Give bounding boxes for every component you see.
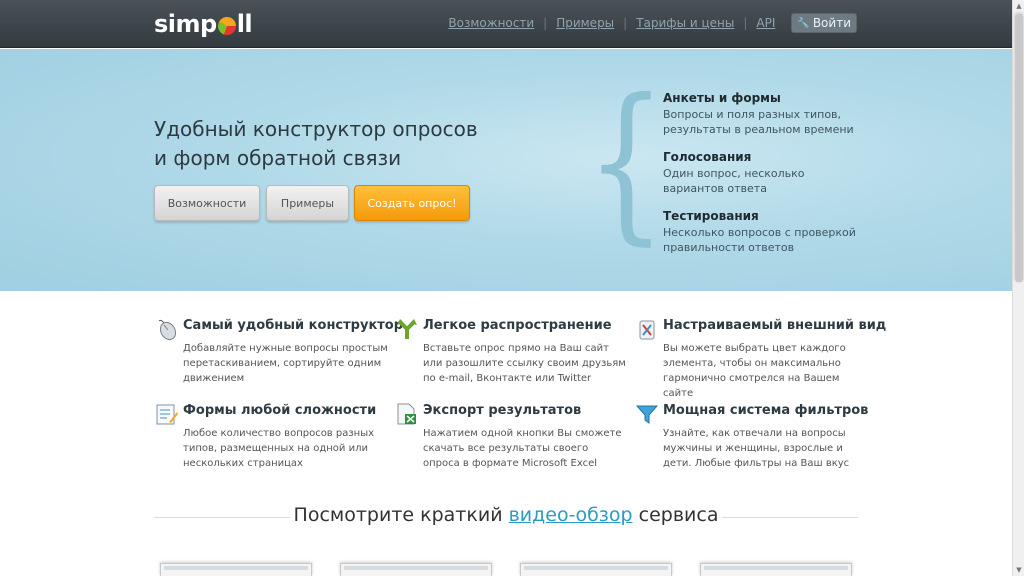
logo-text-start: simp xyxy=(154,10,217,38)
hero-feature-title: Анкеты и формы xyxy=(663,91,781,105)
create-poll-button[interactable]: Создать опрос! xyxy=(354,185,470,221)
share-arrows-icon xyxy=(394,316,420,342)
examples-button[interactable]: Примеры xyxy=(266,185,349,221)
form-edit-icon xyxy=(154,401,180,427)
top-navbar: simp ll Возможности | Примеры | Тарифы и … xyxy=(0,0,1012,48)
hero-feature-text: Несколько вопросов с проверкой правильнос… xyxy=(663,226,856,254)
nav-separator: | xyxy=(543,16,548,30)
feature-text: Добавляйте нужные вопросы простым перета… xyxy=(183,343,388,384)
feature-text: Узнайте, как отвечали на вопросы мужчины… xyxy=(663,428,850,469)
key-icon: 🔧 xyxy=(797,17,810,29)
feature-text: Вы можете выбрать цвет каждого элемента,… xyxy=(663,343,846,399)
nav-separator: | xyxy=(623,16,628,30)
hero-title-line: Удобный конструктор опросов xyxy=(154,117,478,141)
video-thumbnail[interactable] xyxy=(160,563,312,576)
video-review-link[interactable]: видео-обзор xyxy=(509,504,633,526)
hero-feature-forms: Анкеты и формы Вопросы и поля разных тип… xyxy=(663,91,893,137)
feature-text: Вставьте опрос прямо на Ваш сайт или раз… xyxy=(423,343,626,384)
hero-banner: Удобный конструктор опросов и форм обрат… xyxy=(0,49,1012,291)
nav-link-features[interactable]: Возможности xyxy=(448,16,534,30)
logo-text-end: ll xyxy=(236,10,253,38)
feature-title: Самый удобный конструктор xyxy=(183,318,404,333)
nav-link-pricing[interactable]: Тарифы и цены xyxy=(636,16,734,30)
feature-text: Любое количество вопросов разных типов, … xyxy=(183,428,375,469)
main-nav: Возможности | Примеры | Тарифы и цены | … xyxy=(448,13,1012,33)
hero-title: Удобный конструктор опросов и форм обрат… xyxy=(154,115,554,173)
excel-export-icon xyxy=(394,401,420,427)
feature-title: Настраиваемый внешний вид xyxy=(663,318,887,333)
scrollbar-thumb[interactable] xyxy=(1015,14,1023,282)
hero-feature-voting: Голосования Один вопрос, несколько вариан… xyxy=(663,150,893,196)
funnel-icon xyxy=(634,401,660,427)
hero-feature-title: Тестирования xyxy=(663,209,759,223)
video-thumbnail[interactable] xyxy=(340,563,492,576)
curly-brace-decoration: { xyxy=(585,63,667,261)
video-thumbnail[interactable] xyxy=(700,563,852,576)
simpoll-logo[interactable]: simp ll xyxy=(154,8,253,40)
video-section-title: Посмотрите краткий видео-обзор сервиса xyxy=(293,504,719,526)
feature-title: Мощная система фильтров xyxy=(663,403,869,418)
hero-feature-testing: Тестирования Несколько вопросов с провер… xyxy=(663,209,893,255)
logo-pie-icon xyxy=(217,17,236,35)
nav-link-examples[interactable]: Примеры xyxy=(556,16,614,30)
hero-title-line: и форм обратной связи xyxy=(154,146,402,170)
video-thumbnail[interactable] xyxy=(520,563,672,576)
hero-feature-text: Вопросы и поля разных типов, результаты в… xyxy=(663,108,854,136)
login-label: Войти xyxy=(812,16,851,30)
login-button[interactable]: 🔧 Войти xyxy=(791,13,857,33)
nav-separator: | xyxy=(743,16,748,30)
hero-feature-text: Один вопрос, несколько вариантов ответа xyxy=(663,167,805,195)
feature-title: Легкое распространение xyxy=(423,318,612,333)
nav-link-api[interactable]: API xyxy=(756,16,775,30)
hero-feature-title: Голосования xyxy=(663,150,752,164)
vertical-scrollbar[interactable]: ▲ ▼ xyxy=(1012,0,1024,576)
feature-title: Экспорт результатов xyxy=(423,403,582,418)
features-button[interactable]: Возможности xyxy=(154,185,260,221)
paint-icon xyxy=(634,316,660,342)
scroll-up-arrow-icon[interactable]: ▲ xyxy=(1013,0,1024,12)
mouse-icon xyxy=(154,316,180,342)
feature-text: Нажатием одной кнопки Вы сможете скачать… xyxy=(423,428,622,469)
feature-title: Формы любой сложности xyxy=(183,403,377,418)
scroll-down-arrow-icon[interactable]: ▼ xyxy=(1013,564,1024,576)
